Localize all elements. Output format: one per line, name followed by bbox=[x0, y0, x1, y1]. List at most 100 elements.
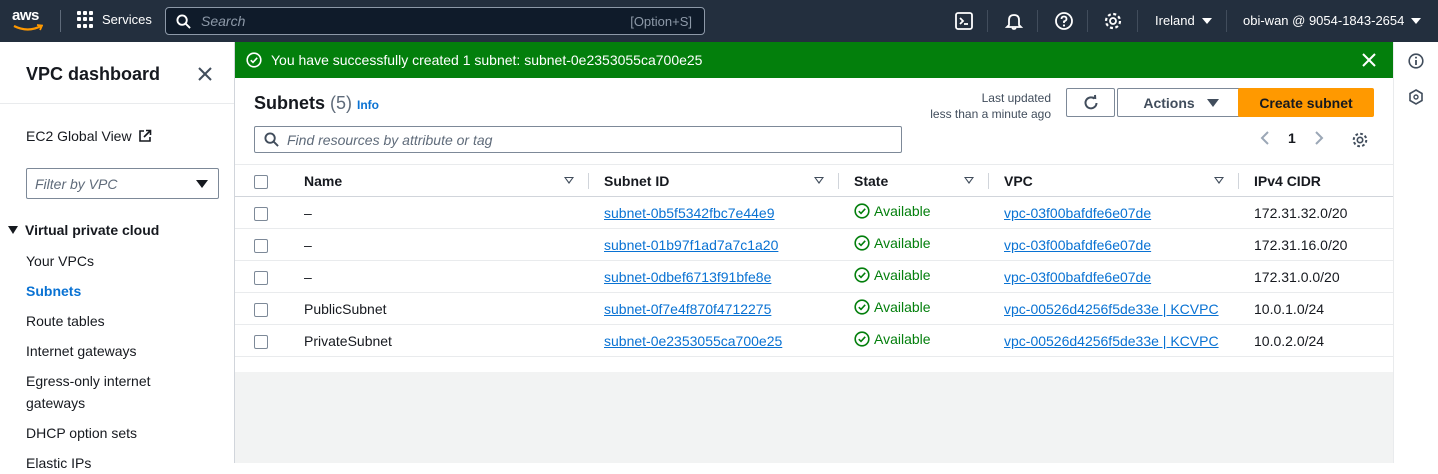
caret-down-icon bbox=[1201, 17, 1212, 24]
column-header-label: VPC bbox=[1004, 172, 1033, 189]
sidebar-item-internet-gateways[interactable]: Internet gateways bbox=[26, 340, 137, 362]
table-row[interactable]: – subnet-01b97f1ad7a7c1a20 Available vpc… bbox=[235, 228, 1393, 261]
cell-ipv4-cidr: 10.0.2.0/24 bbox=[1239, 324, 1393, 357]
sidebar-title[interactable]: VPC dashboard bbox=[26, 64, 160, 85]
vpc-filter-select[interactable]: Filter by VPC bbox=[26, 168, 219, 199]
sidebar-item-egress-only-internet-gateways[interactable]: gateways bbox=[26, 392, 85, 414]
close-icon[interactable] bbox=[1361, 52, 1377, 68]
vpc-link[interactable]: vpc-03f00bafdfe6e07de bbox=[1004, 205, 1151, 221]
cell-subnet-id: subnet-0e2353055ca700e25 bbox=[589, 324, 839, 357]
cell-subnet-id: subnet-0dbef6713f91bfe8e bbox=[589, 260, 839, 293]
info-link[interactable]: Info bbox=[357, 98, 379, 112]
table-row[interactable]: – subnet-0dbef6713f91bfe8e Available vpc… bbox=[235, 260, 1393, 293]
search-icon bbox=[176, 13, 191, 29]
search-icon bbox=[264, 132, 279, 147]
sort-icon[interactable] bbox=[564, 177, 574, 184]
vpc-link[interactable]: vpc-03f00bafdfe6e07de bbox=[1004, 237, 1151, 253]
row-checkbox[interactable] bbox=[254, 334, 268, 349]
column-header-label: IPv4 CIDR bbox=[1254, 172, 1321, 189]
row-checkbox[interactable] bbox=[254, 270, 268, 285]
table-row[interactable]: – subnet-0b5f5342fbc7e44e9 Available vpc… bbox=[235, 196, 1393, 229]
column-header-vpc[interactable]: VPC bbox=[989, 164, 1239, 197]
caret-down-icon bbox=[196, 179, 208, 188]
cell-ipv4-cidr: 10.0.1.0/24 bbox=[1239, 292, 1393, 325]
sidebar-item-subnets[interactable]: Subnets bbox=[26, 280, 81, 302]
actions-label: Actions bbox=[1143, 94, 1195, 111]
sidebar-item-route-tables[interactable]: Route tables bbox=[26, 310, 105, 332]
column-header-subnet-id[interactable]: Subnet ID bbox=[589, 164, 839, 197]
row-select-cell bbox=[235, 260, 289, 293]
cell-subnet-id: subnet-0b5f5342fbc7e44e9 bbox=[589, 196, 839, 229]
find-resources-input[interactable]: Find resources by attribute or tag bbox=[254, 126, 902, 153]
current-page-number[interactable]: 1 bbox=[1288, 130, 1296, 146]
status-badge: Available bbox=[854, 235, 931, 251]
sidebar-section-virtual-private-cloud[interactable]: Virtual private cloud bbox=[8, 222, 159, 238]
cell-vpc: vpc-03f00bafdfe6e07de bbox=[989, 228, 1239, 261]
select-all-checkbox[interactable] bbox=[254, 174, 268, 189]
region-selector[interactable]: Ireland bbox=[1155, 13, 1212, 28]
subnet-id-link[interactable]: subnet-0f7e4f870f4712275 bbox=[604, 301, 771, 317]
row-select-cell bbox=[235, 228, 289, 261]
cell-name: – bbox=[289, 196, 589, 229]
gear-icon[interactable] bbox=[1103, 11, 1123, 31]
last-updated: Last updated less than a minute ago bbox=[915, 90, 1051, 122]
column-header-ipv4-cidr[interactable]: IPv4 CIDR bbox=[1239, 164, 1393, 197]
cell-vpc: vpc-03f00bafdfe6e07de bbox=[989, 260, 1239, 293]
create-subnet-button[interactable]: Create subnet bbox=[1238, 88, 1374, 117]
column-header-state[interactable]: State bbox=[839, 164, 989, 197]
sort-icon[interactable] bbox=[814, 177, 824, 184]
page-title: Subnets (5) bbox=[254, 93, 352, 114]
cell-vpc: vpc-00526d4256f5de33e | KCVPC bbox=[989, 292, 1239, 325]
cloudshell-icon[interactable] bbox=[954, 11, 974, 31]
subnet-id-link[interactable]: subnet-0e2353055ca700e25 bbox=[604, 333, 782, 349]
bell-icon[interactable] bbox=[1004, 11, 1024, 31]
nav-divider bbox=[1037, 10, 1038, 32]
sort-icon[interactable] bbox=[964, 177, 974, 184]
close-icon[interactable] bbox=[196, 65, 214, 83]
last-updated-label: Last updated bbox=[981, 91, 1051, 105]
row-checkbox[interactable] bbox=[254, 206, 268, 221]
vpc-link[interactable]: vpc-03f00bafdfe6e07de bbox=[1004, 269, 1151, 285]
column-header-name[interactable]: Name bbox=[289, 164, 589, 197]
table-row[interactable]: PublicSubnet subnet-0f7e4f870f4712275 Av… bbox=[235, 292, 1393, 325]
sort-icon[interactable] bbox=[1214, 177, 1224, 184]
subnet-id-link[interactable]: subnet-01b97f1ad7a7c1a20 bbox=[604, 237, 778, 253]
global-search-input[interactable]: Search [Option+S] bbox=[165, 7, 705, 35]
check-circle-icon bbox=[854, 299, 870, 315]
account-menu[interactable]: obi-wan @ 9054-1843-2654 bbox=[1243, 13, 1422, 28]
table-row[interactable]: PrivateSubnet subnet-0e2353055ca700e25 A… bbox=[235, 324, 1393, 357]
subnet-id-link[interactable]: subnet-0b5f5342fbc7e44e9 bbox=[604, 205, 774, 221]
subnet-id-link[interactable]: subnet-0dbef6713f91bfe8e bbox=[604, 269, 771, 285]
check-circle-icon bbox=[854, 203, 870, 219]
help-icon[interactable] bbox=[1054, 11, 1074, 31]
sidebar-item-elastic-ips[interactable]: Elastic IPs bbox=[26, 452, 91, 474]
status-badge: Available bbox=[854, 299, 931, 315]
nav-divider bbox=[1137, 10, 1138, 32]
subnets-table: Name Subnet ID State VPC IPv4 CIDR – sub… bbox=[235, 164, 1393, 357]
chevron-left-icon[interactable] bbox=[1260, 130, 1270, 146]
actions-dropdown-button[interactable]: Actions bbox=[1117, 88, 1245, 117]
table-preferences-gear-icon[interactable] bbox=[1351, 131, 1369, 149]
cell-state: Available bbox=[839, 292, 989, 325]
services-menu-button[interactable]: Services bbox=[77, 11, 152, 28]
cell-name: – bbox=[289, 228, 589, 261]
status-badge: Available bbox=[854, 267, 931, 283]
aws-logo[interactable]: aws bbox=[12, 8, 46, 34]
sidebar-item-dhcp-option-sets[interactable]: DHCP option sets bbox=[26, 422, 137, 444]
row-checkbox[interactable] bbox=[254, 238, 268, 253]
chevron-right-icon[interactable] bbox=[1314, 130, 1324, 146]
caret-down-icon bbox=[1411, 17, 1422, 24]
vpc-link[interactable]: vpc-00526d4256f5de33e | KCVPC bbox=[1004, 333, 1219, 349]
info-icon[interactable] bbox=[1408, 53, 1424, 69]
ec2-global-view-link[interactable]: EC2 Global View bbox=[26, 128, 152, 144]
external-link-icon bbox=[138, 129, 151, 142]
hexagon-icon[interactable] bbox=[1408, 89, 1424, 105]
check-circle-icon bbox=[854, 331, 870, 347]
main-content: You have successfully created 1 subnet: … bbox=[235, 42, 1393, 463]
vpc-link[interactable]: vpc-00526d4256f5de33e | KCVPC bbox=[1004, 301, 1219, 317]
sidebar-section-label: Virtual private cloud bbox=[25, 222, 160, 238]
sidebar-item-your-vpcs[interactable]: Your VPCs bbox=[26, 250, 94, 272]
refresh-button[interactable] bbox=[1066, 88, 1115, 117]
sidebar-item-egress-only-internet-gateways[interactable]: Egress-only internet bbox=[26, 370, 151, 392]
row-checkbox[interactable] bbox=[254, 302, 268, 317]
